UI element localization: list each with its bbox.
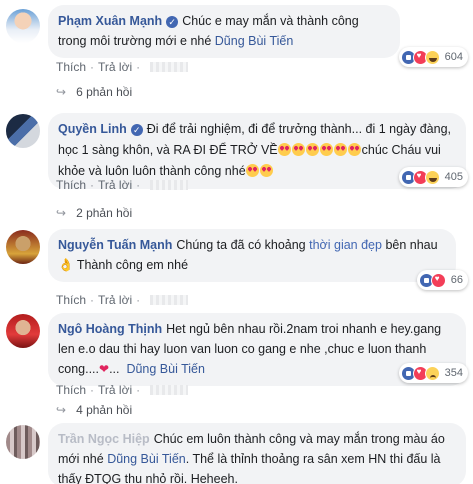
comment-actions: Thích · Trả lời · bbox=[56, 382, 189, 398]
reaction-summary[interactable]: 66 bbox=[416, 270, 468, 290]
reply-button[interactable]: Trả lời bbox=[98, 383, 132, 397]
highlight-text[interactable]: thời gian đẹp bbox=[309, 238, 382, 252]
reaction-count: 604 bbox=[444, 51, 463, 63]
haha-icon bbox=[424, 169, 440, 185]
comment-bubble: Nguyễn Tuấn Mạnh Chúng ta đã có khoảng th… bbox=[48, 229, 456, 282]
mention-tag[interactable]: Dũng Bùi Tiến bbox=[215, 34, 294, 48]
timestamp-blurred bbox=[150, 295, 189, 305]
view-replies-link[interactable]: ↪ 2 phản hồi bbox=[56, 205, 132, 221]
hand-emoji-icon: 👌 bbox=[58, 258, 74, 272]
mention-tag[interactable]: Dũng Bùi Tiến bbox=[107, 452, 186, 466]
reaction-count: 354 bbox=[444, 367, 463, 379]
author-name[interactable]: Ngô Hoàng Thịnh bbox=[58, 322, 162, 336]
reaction-count: 405 bbox=[444, 171, 463, 183]
haha-icon bbox=[424, 49, 440, 65]
avatar[interactable] bbox=[6, 114, 40, 148]
avatar[interactable] bbox=[6, 230, 40, 264]
author-name[interactable]: Phạm Xuân Mạnh bbox=[58, 14, 162, 28]
heart-eyes-emoji-icon bbox=[245, 164, 259, 177]
timestamp-blurred bbox=[150, 62, 189, 72]
like-button[interactable]: Thích bbox=[56, 293, 86, 307]
timestamp-blurred bbox=[150, 180, 189, 190]
reply-button[interactable]: Trả lời bbox=[98, 178, 132, 192]
reply-arrow-icon: ↪ bbox=[56, 403, 67, 417]
reply-button[interactable]: Trả lời bbox=[98, 60, 132, 74]
comment-text-3: Thành công em nhé bbox=[76, 258, 189, 272]
heart-eyes-emoji-icon bbox=[277, 143, 291, 156]
reaction-summary[interactable]: 405 bbox=[398, 167, 468, 187]
verified-icon: ✓ bbox=[130, 124, 143, 136]
comment-bubble: Trần Ngọc Hiệp Chúc em luôn thành công và… bbox=[48, 423, 466, 484]
comment-text: Chúng ta đã có khoảng bbox=[176, 238, 306, 252]
heart-eyes-emoji-icon bbox=[305, 143, 319, 156]
heart-eyes-emoji-icon bbox=[259, 164, 273, 177]
comment-actions: Thích · Trả lời · bbox=[56, 292, 189, 308]
avatar[interactable] bbox=[6, 314, 40, 348]
like-button[interactable]: Thích bbox=[56, 178, 86, 192]
heart-icon: ❤ bbox=[99, 362, 110, 376]
sad-icon bbox=[424, 365, 440, 381]
avatar[interactable] bbox=[6, 9, 40, 43]
view-replies-link[interactable]: ↪ 4 phản hồi bbox=[56, 402, 132, 418]
reaction-summary[interactable]: 354 bbox=[398, 363, 468, 383]
love-icon bbox=[430, 272, 446, 288]
reply-arrow-icon: ↪ bbox=[56, 206, 67, 220]
heart-eyes-emoji-icon bbox=[319, 143, 333, 156]
heart-eyes-emoji-icon bbox=[347, 143, 361, 156]
author-name-blurred[interactable]: Trần Ngọc Hiệp bbox=[58, 432, 150, 446]
like-button[interactable]: Thích bbox=[56, 383, 86, 397]
view-replies-link[interactable]: ↪ 6 phản hồi bbox=[56, 84, 132, 100]
heart-eyes-emoji-icon bbox=[291, 143, 305, 156]
reply-arrow-icon: ↪ bbox=[56, 85, 67, 99]
timestamp-blurred bbox=[150, 385, 189, 395]
avatar-blurred[interactable] bbox=[6, 425, 40, 459]
reply-button[interactable]: Trả lời bbox=[98, 293, 132, 307]
comment-text-2: bên nhau bbox=[385, 238, 438, 252]
author-name[interactable]: Nguyễn Tuấn Mạnh bbox=[58, 238, 172, 252]
heart-eyes-emoji-icon bbox=[333, 143, 347, 156]
comment-actions: Thích · Trả lời · bbox=[56, 59, 189, 75]
reaction-summary[interactable]: 604 bbox=[398, 47, 468, 67]
author-name[interactable]: Quyền Linh bbox=[58, 122, 127, 136]
comment-bubble: Phạm Xuân Mạnh ✓ Chúc e may mắn và thành c… bbox=[48, 5, 400, 58]
mention-tag[interactable]: Dũng Bùi Tiến bbox=[126, 362, 205, 376]
reaction-count: 66 bbox=[450, 274, 463, 286]
like-button[interactable]: Thích bbox=[56, 60, 86, 74]
comment-actions: Thích · Trả lời · bbox=[56, 177, 189, 193]
verified-icon: ✓ bbox=[166, 16, 179, 28]
